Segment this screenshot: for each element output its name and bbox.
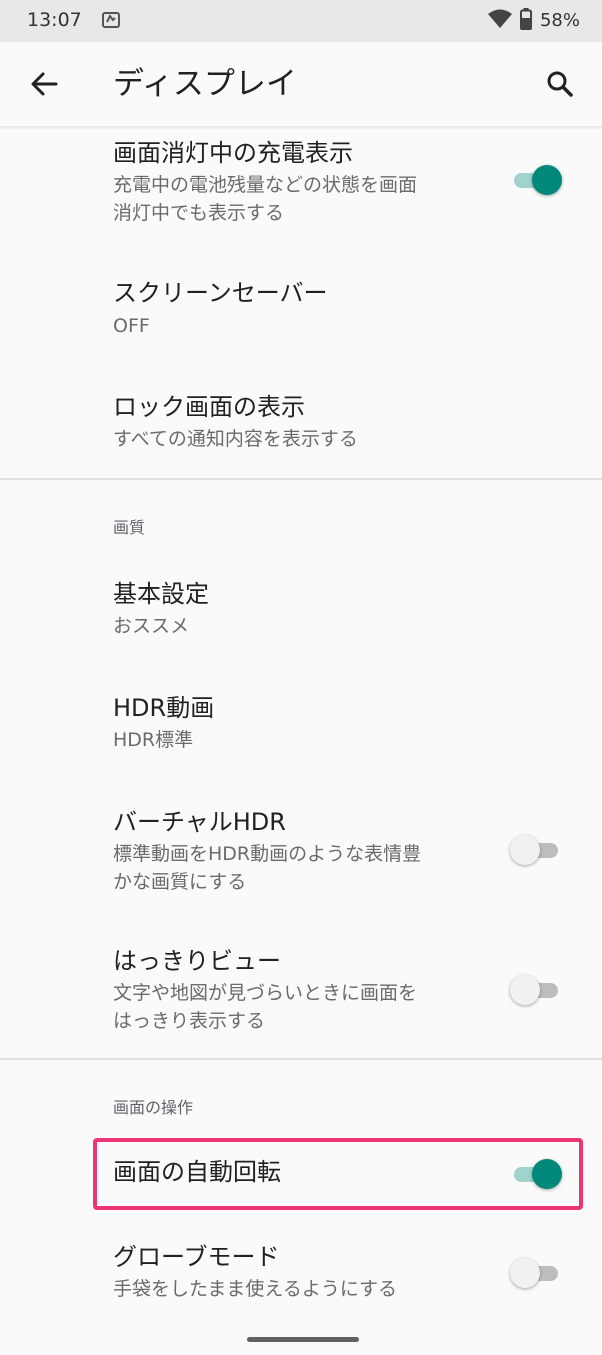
toggle-virtual-hdr[interactable] <box>510 832 562 868</box>
back-button[interactable] <box>22 62 66 106</box>
list-item-basic-settings[interactable]: 基本設定 おススメ <box>0 562 602 656</box>
search-button[interactable] <box>538 62 582 106</box>
item-subtitle: おススメ <box>113 615 190 637</box>
list-item-ambient-charging[interactable]: 画面消灯中の充電表示 充電中の電池残量などの状態を画面 消灯中でも表示する <box>0 130 602 240</box>
item-title: はっきりビュー <box>113 947 281 975</box>
item-subtitle: 充電中の電池残量などの状態を画面 消灯中でも表示する <box>113 171 473 227</box>
item-subtitle: すべての通知内容を表示する <box>113 428 358 450</box>
item-subtitle-line: かな画質にする <box>113 871 247 893</box>
item-subtitle-line: 文字や地図が見づらいときに画面を <box>113 982 418 1004</box>
list-item-screensaver[interactable]: スクリーンセーバー OFF <box>0 262 602 354</box>
item-subtitle: 手袋をしたまま使えるようにする <box>113 1278 398 1300</box>
toggle-clear-view[interactable] <box>510 972 562 1008</box>
item-title: グローブモード <box>113 1243 280 1271</box>
item-title: 基本設定 <box>113 580 209 608</box>
item-subtitle: 標準動画をHDR動画のような表情豊 かな画質にする <box>113 840 473 896</box>
item-subtitle-line: 標準動画をHDR動画のような表情豊 <box>113 843 422 865</box>
divider <box>0 1058 602 1060</box>
item-subtitle: HDR標準 <box>113 729 194 751</box>
divider <box>0 478 602 480</box>
highlight-box <box>93 1138 583 1210</box>
list-item-glove-mode[interactable]: グローブモード 手袋をしたまま使えるようにする <box>0 1228 602 1320</box>
toggle-glove-mode[interactable] <box>510 1255 562 1291</box>
status-bar: 13:07 58% <box>0 0 602 42</box>
navigation-handle[interactable] <box>247 1337 359 1342</box>
list-item-clear-view[interactable]: はっきりビュー 文字や地図が見づらいときに画面を はっきり表示する <box>0 932 602 1052</box>
item-title: 画面消灯中の充電表示 <box>113 139 353 167</box>
status-icons: 58% <box>487 8 580 34</box>
item-subtitle-line: はっきり表示する <box>113 1010 266 1032</box>
item-subtitle-line: 消灯中でも表示する <box>113 202 285 224</box>
toggle-thumb <box>510 975 540 1005</box>
item-subtitle: 文字や地図が見づらいときに画面を はっきり表示する <box>113 979 473 1035</box>
battery-icon <box>519 8 532 34</box>
item-subtitle: OFF <box>113 315 150 337</box>
list-item-lock-screen[interactable]: ロック画面の表示 すべての通知内容を表示する <box>0 376 602 468</box>
search-icon <box>547 71 573 97</box>
list-item-hdr-video[interactable]: HDR動画 HDR標準 <box>0 676 602 770</box>
page-title: ディスプレイ <box>113 66 297 102</box>
item-title: バーチャルHDR <box>113 808 286 836</box>
battery-percentage: 58% <box>539 10 580 31</box>
item-title: スクリーンセーバー <box>113 279 328 307</box>
section-header-screen-operation: 画面の操作 <box>113 1098 194 1117</box>
toggle-thumb <box>510 1258 540 1288</box>
item-title: ロック画面の表示 <box>113 393 305 421</box>
toggle-thumb <box>510 835 540 865</box>
list-item-virtual-hdr[interactable]: バーチャルHDR 標準動画をHDR動画のような表情豊 かな画質にする <box>0 792 602 912</box>
item-subtitle-line: 充電中の電池残量などの状態を画面 <box>113 174 418 196</box>
wifi-icon <box>487 9 512 33</box>
section-header-image-quality: 画質 <box>113 518 146 537</box>
app-bar: ディスプレイ <box>0 42 602 128</box>
notification-icon <box>101 10 121 30</box>
arrow-back-icon <box>31 72 58 96</box>
toggle-thumb <box>532 165 562 195</box>
toggle-ambient-charging[interactable] <box>510 162 562 198</box>
item-title: HDR動画 <box>113 694 215 722</box>
status-time: 13:07 <box>27 9 82 31</box>
